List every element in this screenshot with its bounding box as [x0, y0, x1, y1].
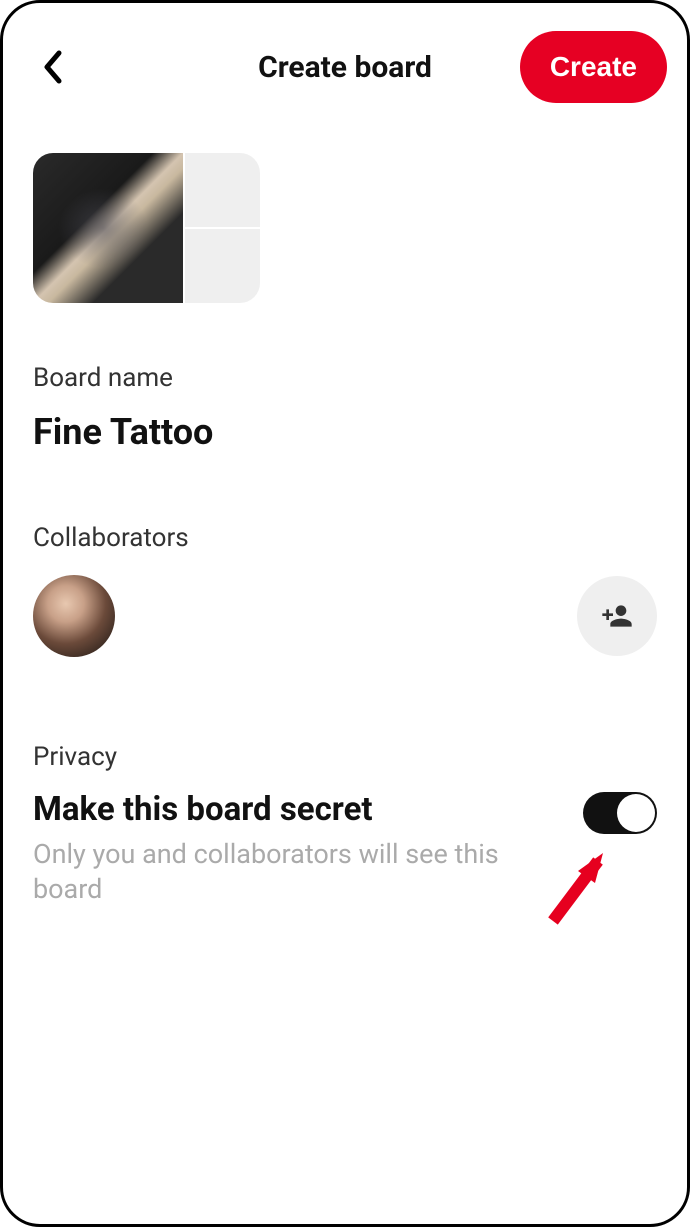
privacy-description: Only you and collaborators will see this… [33, 837, 563, 907]
privacy-label: Privacy [33, 742, 657, 772]
preview-thumbnail-placeholder [185, 229, 260, 303]
back-button[interactable] [33, 47, 73, 87]
toggle-knob [617, 794, 655, 832]
board-name-input[interactable]: Fine Tattoo [33, 411, 657, 453]
create-button[interactable]: Create [520, 31, 667, 103]
add-collaborator-button[interactable] [577, 576, 657, 656]
privacy-title: Make this board secret [33, 790, 563, 829]
preview-thumbnail-main [33, 153, 183, 303]
secret-toggle[interactable] [583, 792, 657, 834]
add-person-icon [601, 600, 633, 632]
board-preview [33, 153, 657, 303]
board-name-label: Board name [33, 363, 657, 393]
chevron-left-icon [41, 49, 65, 85]
collaborators-label: Collaborators [33, 523, 657, 553]
page-title: Create board [258, 50, 432, 85]
preview-thumbnail-placeholder [185, 153, 260, 227]
collaborator-avatar[interactable] [33, 575, 115, 657]
